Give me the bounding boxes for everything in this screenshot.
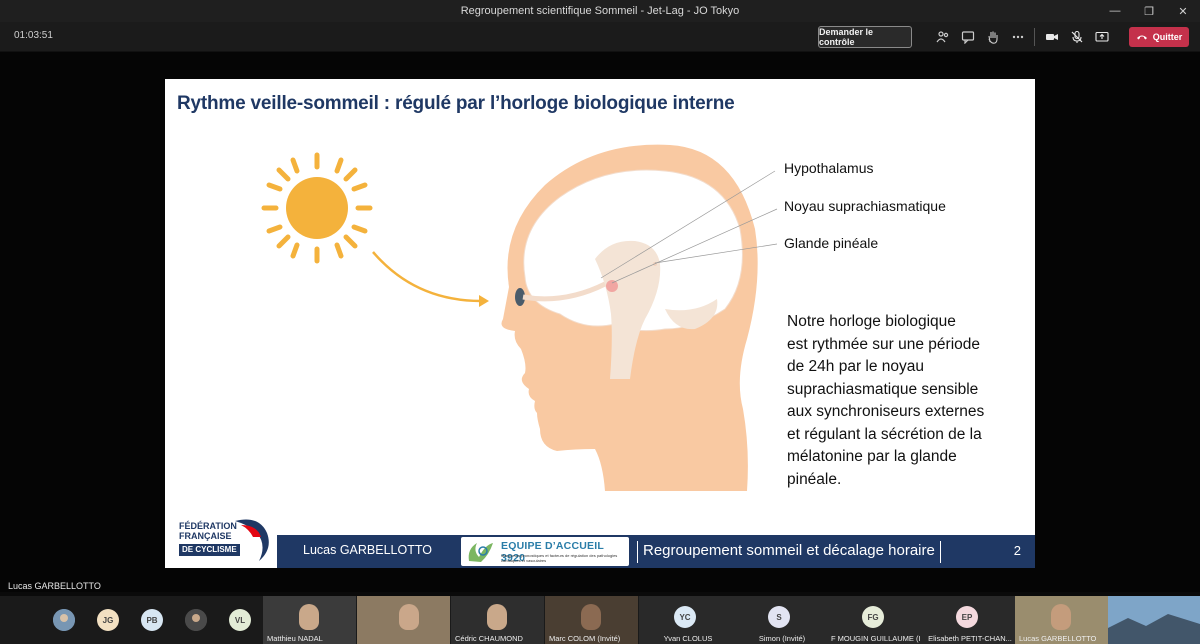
window-titlebar: Regroupement scientifique Sommeil - Jet-…	[0, 0, 1200, 22]
participant-video[interactable]: Cédric CHAUMOND	[451, 596, 544, 644]
participant-name: Cédric CHAUMOND	[455, 634, 523, 643]
window-title: Regroupement scientifique Sommeil - Jet-…	[460, 5, 740, 17]
landscape-background	[1108, 596, 1200, 644]
share-screen-icon[interactable]	[1089, 26, 1114, 48]
participant-avatar: S	[768, 606, 790, 628]
avatar	[185, 609, 207, 631]
participant-tile[interactable]: S Simon (Invité)	[733, 596, 827, 644]
participant-name: Lucas GARBELLOTTO	[1019, 634, 1097, 643]
body-line: de 24h par le noyau	[787, 358, 925, 375]
body-line: mélatonine par la glande	[787, 448, 957, 465]
participant-face	[299, 604, 319, 630]
body-line: suprachiasmatique sensible	[787, 380, 979, 398]
body-line: aux synchroniseurs externes	[787, 403, 985, 420]
participant-avatar-photo[interactable]	[53, 609, 75, 631]
slide-footer: Lucas GARBELLOTTO EQUIPE D’ACCUEIL 3920 …	[165, 535, 1035, 568]
minimize-icon[interactable]: —	[1098, 0, 1132, 22]
light-arrow	[372, 251, 482, 303]
participant-video[interactable]: Lucas GARBELLOTTO	[1015, 596, 1108, 644]
leave-call-button[interactable]: Quitter	[1129, 27, 1189, 47]
presenter-name-label: Lucas GARBELLOTTO	[8, 581, 101, 591]
meeting-toolbar: 01:03:51 Demander le contrôle Quitter	[0, 22, 1200, 52]
ffc-logo-line: FRANÇAISE	[179, 531, 232, 541]
participant-name: Marc COLOM (Invité)	[549, 634, 621, 643]
participant-video[interactable]	[357, 596, 450, 644]
camera-icon[interactable]	[1039, 26, 1064, 48]
participants-strip: JG PB VL Matthieu NADAL Cédric CHAUMOND …	[0, 596, 1200, 644]
raise-hand-icon[interactable]	[980, 26, 1005, 48]
window-controls: — ❐ ✕	[1098, 0, 1200, 22]
participants-icon[interactable]	[930, 26, 955, 48]
toolbar-icons	[930, 26, 1114, 48]
equipe-accueil-logo: EQUIPE D’ACCUEIL 3920 Marqueurs pronosti…	[461, 537, 629, 566]
participant-avatar[interactable]: JG	[97, 609, 119, 631]
participant-face	[399, 604, 419, 630]
participant-name: Yvan CLOLUS	[663, 634, 713, 643]
body-line: pinéale.	[787, 470, 842, 488]
participant-name: Elisabeth PETIT-CHAN...	[928, 634, 1012, 643]
ffc-logo: FÉDÉRATION FRANÇAISE DE CYCLISME	[165, 513, 277, 568]
participant-name: Simon (Invité)	[758, 634, 806, 643]
body-line: Notre horloge biologique	[787, 313, 956, 330]
leave-call-label: Quitter	[1152, 32, 1183, 42]
equipe-logo-subtitle: Marqueurs pronostiques et facteurs de ré…	[501, 553, 618, 563]
sun-icon	[261, 152, 373, 264]
label-pineal: Glande pinéale	[784, 235, 879, 251]
participant-video[interactable]: Matthieu NADAL	[263, 596, 356, 644]
participant-name: F MOUGIN GUILLAUME (I...	[831, 634, 921, 643]
participant-avatar: YC	[674, 606, 696, 628]
participant-face	[581, 604, 601, 630]
self-video-preview[interactable]	[1108, 596, 1200, 644]
presentation-slide: Rythme veille-sommeil : régulé par l’hor…	[165, 79, 1035, 568]
toolbar-divider	[1034, 28, 1035, 46]
participant-tile[interactable]: FG F MOUGIN GUILLAUME (I...	[827, 596, 921, 644]
participant-avatar[interactable]: PB	[141, 609, 163, 631]
label-scn: Noyau suprachiasmatique	[784, 198, 946, 214]
participant-avatar[interactable]: VL	[229, 609, 251, 631]
slide-page-number: 2	[1013, 543, 1021, 558]
equipe-logo-mark	[468, 543, 493, 562]
slide-body-text: Notre horloge biologique est rythmée sur…	[787, 311, 999, 491]
ffc-swoosh-icon	[235, 519, 269, 561]
meeting-timer: 01:03:51	[14, 30, 53, 41]
hang-up-icon	[1136, 35, 1147, 40]
participant-tile[interactable]: EP Elisabeth PETIT-CHAN...	[921, 596, 1015, 644]
microphone-muted-icon[interactable]	[1064, 26, 1089, 48]
body-line: est rythmée sur une période	[787, 335, 980, 353]
avatar	[53, 609, 75, 631]
footer-presenter: Lucas GARBELLOTTO	[303, 543, 432, 557]
participant-video[interactable]: Marc COLOM (Invité)	[545, 596, 638, 644]
participant-avatar-photo[interactable]	[185, 609, 207, 631]
footer-title: Regroupement sommeil et décalage horaire	[637, 541, 941, 563]
participant-avatar: FG	[862, 606, 884, 628]
restore-icon[interactable]: ❐	[1132, 0, 1166, 22]
close-icon[interactable]: ✕	[1166, 0, 1200, 22]
participant-avatar: EP	[956, 606, 978, 628]
participant-face	[1051, 604, 1071, 630]
participant-name: Matthieu NADAL	[267, 634, 323, 643]
chat-icon[interactable]	[955, 26, 980, 48]
request-control-button[interactable]: Demander le contrôle	[818, 26, 912, 48]
participant-face	[487, 604, 507, 630]
body-line: et régulant la sécrétion de la	[787, 425, 982, 443]
more-options-icon[interactable]	[1005, 26, 1030, 48]
participant-tile[interactable]: YC Yvan CLOLUS	[639, 596, 733, 644]
label-hypothalamus: Hypothalamus	[784, 160, 874, 176]
